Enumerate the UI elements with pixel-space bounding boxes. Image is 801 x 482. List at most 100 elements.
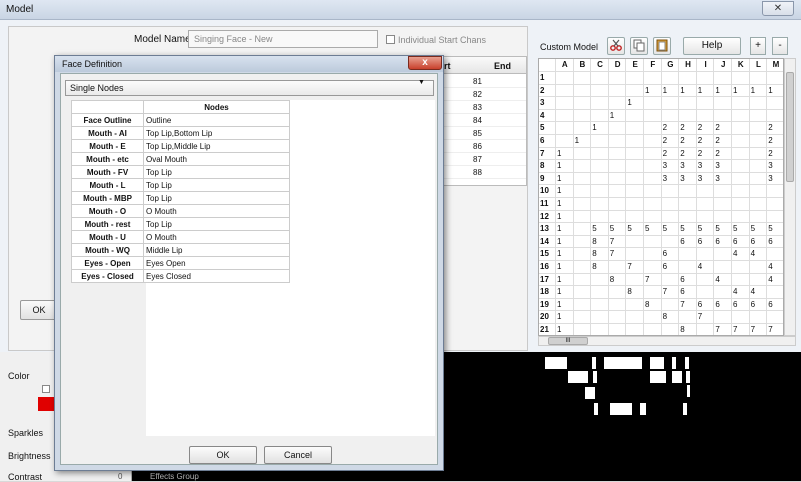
grid-cell[interactable]: 5	[749, 223, 768, 236]
timeline-effect-block[interactable]	[686, 371, 690, 383]
grid-cell[interactable]	[626, 172, 644, 186]
timeline-effect-block[interactable]	[594, 403, 598, 415]
grid-cell[interactable]: 2	[696, 122, 715, 135]
grid-cell[interactable]: 6	[732, 235, 750, 249]
grid-cell[interactable]	[767, 286, 783, 299]
grid-cell[interactable]	[573, 210, 592, 224]
nodes-table-row[interactable]: Face Outline Outline	[71, 113, 290, 127]
grid-cell[interactable]	[732, 273, 750, 287]
grid-cell[interactable]	[591, 286, 609, 299]
grid-cell[interactable]	[732, 160, 750, 173]
grid-cell[interactable]	[591, 210, 609, 224]
grid-cell[interactable]	[732, 185, 750, 198]
grid-cell[interactable]	[644, 198, 662, 211]
timeline-effect-block[interactable]	[640, 403, 646, 415]
grid-cell[interactable]	[591, 311, 609, 324]
grid-cell[interactable]	[591, 97, 609, 110]
grid-cell[interactable]	[626, 324, 644, 335]
grid-cell[interactable]: 8	[626, 286, 644, 299]
grid-cell[interactable]	[732, 122, 750, 135]
grid-cell[interactable]	[626, 72, 644, 85]
grid-cell[interactable]: 7	[732, 324, 750, 335]
grid-cell[interactable]: 8	[679, 324, 697, 335]
face-part-nodes-cell[interactable]: Outline	[143, 113, 290, 127]
grid-cell[interactable]: 4	[696, 261, 715, 274]
grid-cell[interactable]	[608, 84, 627, 98]
grid-cell[interactable]: 1	[556, 286, 574, 299]
grid-cell[interactable]	[767, 72, 783, 85]
grid-cell[interactable]	[626, 185, 644, 198]
grid-cell[interactable]	[556, 122, 574, 135]
grid-cell[interactable]: 5	[696, 223, 715, 236]
grid-cell[interactable]	[591, 172, 609, 186]
grid-cell[interactable]: 1	[556, 223, 574, 236]
grid-cell[interactable]: 8	[591, 261, 609, 274]
grid-cell[interactable]	[749, 97, 768, 110]
grid-cell[interactable]: 5	[591, 223, 609, 236]
grid-cell[interactable]: 3	[661, 160, 680, 173]
grid-cell[interactable]	[556, 84, 574, 98]
grid-cell[interactable]	[573, 122, 592, 135]
grid-cell[interactable]: 5	[679, 223, 697, 236]
grid-cell[interactable]	[714, 210, 732, 224]
face-part-nodes-cell[interactable]: O Mouth	[143, 230, 290, 244]
grid-column-header[interactable]: K	[732, 59, 750, 72]
grid-cell[interactable]	[749, 122, 768, 135]
grid-row-header[interactable]: 15	[539, 248, 556, 261]
grid-cell[interactable]: 3	[696, 172, 715, 186]
grid-cell[interactable]	[644, 97, 662, 110]
grid-cell[interactable]	[679, 311, 697, 324]
face-part-nodes-cell[interactable]: Top Lip	[143, 191, 290, 205]
grid-cell[interactable]	[714, 72, 732, 85]
grid-cell[interactable]	[749, 160, 768, 173]
grid-cell[interactable]: 5	[714, 223, 732, 236]
grid-cell[interactable]	[749, 135, 768, 148]
grid-cell[interactable]	[696, 72, 715, 85]
grid-cell[interactable]	[591, 147, 609, 161]
grid-cell[interactable]: 1	[626, 97, 644, 110]
grid-cell[interactable]: 7	[626, 261, 644, 274]
grid-cell[interactable]	[573, 248, 592, 261]
grid-cell[interactable]	[697, 324, 715, 335]
grid-cell[interactable]	[662, 324, 680, 335]
face-part-nodes-cell[interactable]: Eyes Closed	[143, 269, 290, 283]
grid-cell[interactable]	[626, 298, 644, 312]
grid-column-header[interactable]: A	[556, 59, 574, 72]
grid-cell[interactable]	[591, 72, 609, 85]
grid-cell[interactable]: 5	[732, 223, 750, 236]
grid-cell[interactable]	[714, 185, 732, 198]
grid-cell[interactable]	[644, 210, 662, 224]
grid-cell[interactable]	[573, 84, 592, 98]
grid-cell[interactable]	[661, 210, 680, 224]
grid-cell[interactable]: 3	[767, 160, 783, 173]
grid-cell[interactable]: 1	[644, 84, 662, 98]
grid-row-header[interactable]: 3	[539, 97, 556, 110]
grid-cell[interactable]	[608, 185, 627, 198]
timeline-effect-block[interactable]	[650, 371, 666, 383]
nodes-table-row[interactable]: Eyes - Open Eyes Open	[71, 256, 290, 270]
grid-cell[interactable]	[626, 122, 644, 135]
grid-cell[interactable]: 2	[767, 148, 783, 161]
grid-cell[interactable]: 1	[556, 324, 574, 335]
grid-cell[interactable]	[732, 198, 750, 211]
grid-cell[interactable]	[679, 109, 697, 123]
grid-cell[interactable]	[556, 135, 574, 148]
face-part-nodes-cell[interactable]: Middle Lip	[143, 243, 290, 257]
grid-cell[interactable]	[767, 211, 783, 224]
grid-cell[interactable]	[573, 261, 592, 274]
grid-cell[interactable]	[608, 286, 627, 299]
grid-cell[interactable]: 2	[767, 122, 783, 135]
grid-cell[interactable]	[749, 185, 768, 198]
grid-row-header[interactable]: 17	[539, 273, 556, 287]
timeline-effect-block[interactable]	[650, 357, 664, 369]
grid-cell[interactable]	[644, 147, 662, 161]
grid-cell[interactable]	[644, 248, 662, 261]
grid-cell[interactable]	[732, 311, 750, 324]
grid-cell[interactable]	[732, 109, 750, 123]
grid-cell[interactable]: 6	[767, 236, 783, 249]
grid-cell[interactable]	[591, 185, 609, 198]
face-part-nodes-cell[interactable]: O Mouth	[143, 204, 290, 218]
grid-cell[interactable]: 1	[556, 248, 574, 261]
grid-column-header[interactable]: C	[591, 59, 609, 72]
grid-cell[interactable]: 1	[608, 109, 627, 123]
